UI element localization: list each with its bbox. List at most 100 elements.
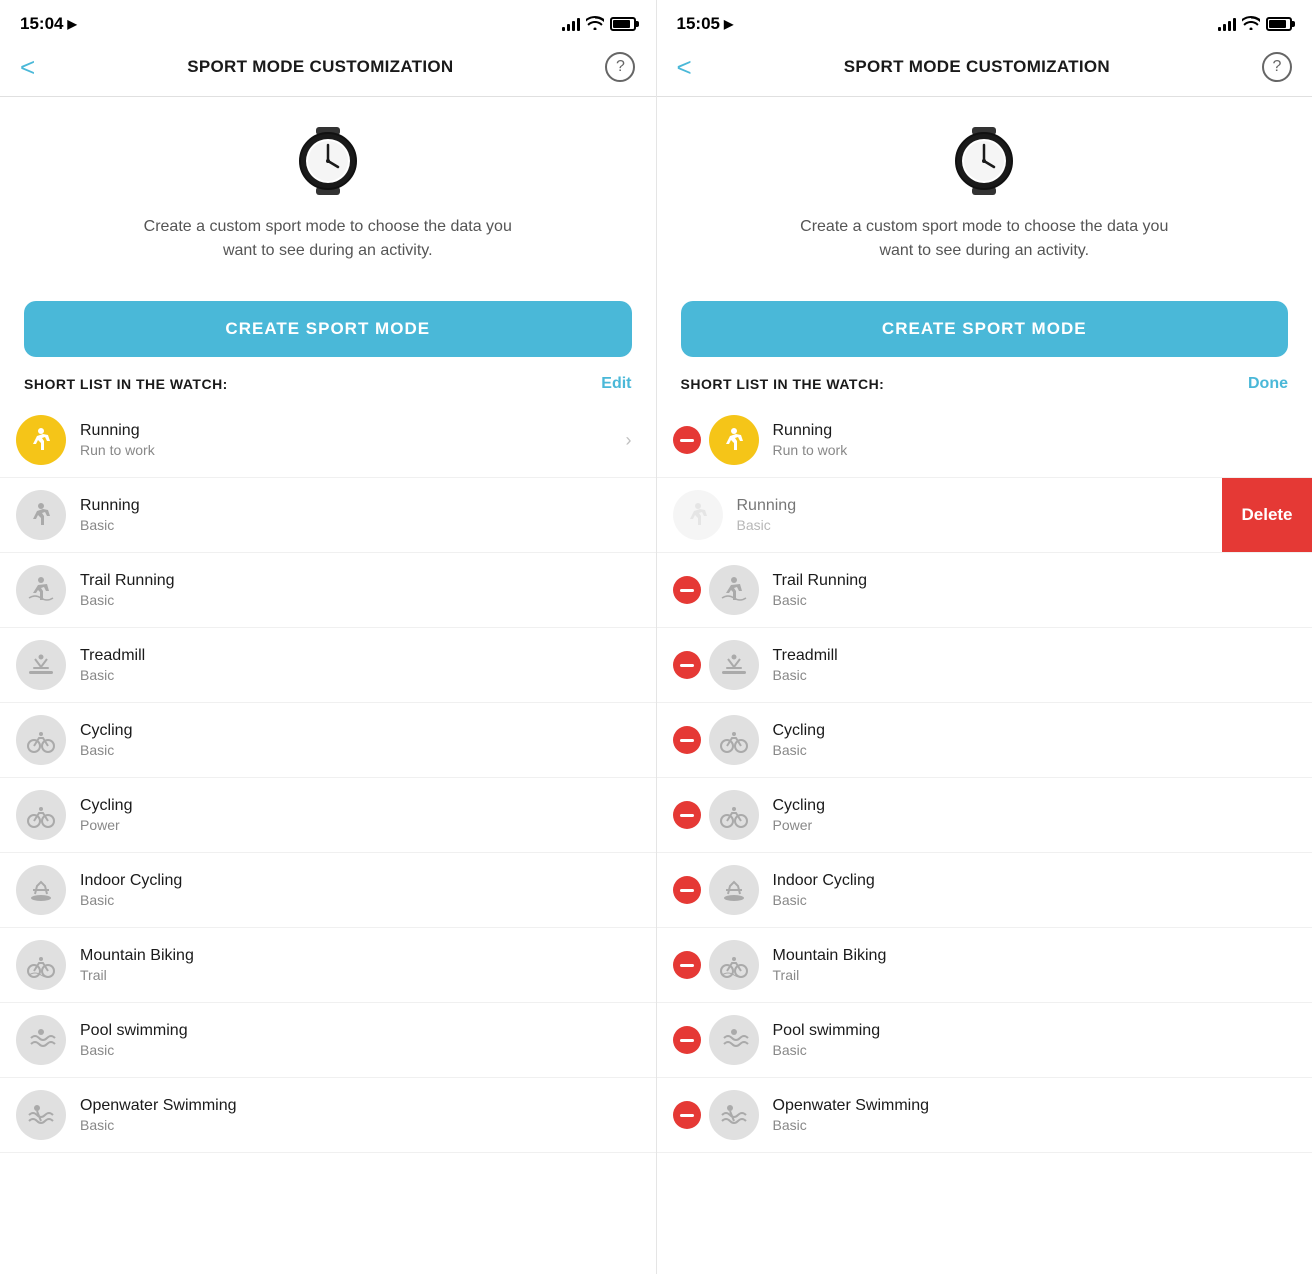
item-sub: Basic xyxy=(80,517,140,533)
nav-title-2: SPORT MODE CUSTOMIZATION xyxy=(844,57,1110,77)
back-button-1[interactable]: < xyxy=(20,54,35,80)
short-list-header-2: SHORT LIST IN THE WATCH: Done xyxy=(657,357,1312,403)
chevron-right-icon: › xyxy=(626,430,632,451)
sport-icon-cycling-basic-edit xyxy=(709,715,759,765)
item-sub: Basic xyxy=(737,517,797,533)
item-sub: Basic xyxy=(80,1117,237,1133)
item-name: Openwater Swimming xyxy=(80,1097,237,1115)
screen-2: 15:05 ▶ < SPORT MODE CU xyxy=(657,0,1312,1274)
list-item[interactable]: Cycling Basic xyxy=(657,703,1312,778)
item-name: Mountain Biking xyxy=(80,947,194,965)
delete-minus-button[interactable] xyxy=(673,951,701,979)
item-name: Indoor Cycling xyxy=(80,872,182,890)
item-name: Cycling xyxy=(773,722,825,740)
edit-button-1[interactable]: Edit xyxy=(601,375,631,393)
list-item[interactable]: Running Run to work xyxy=(657,403,1312,478)
delete-minus-button[interactable] xyxy=(673,426,701,454)
list-item[interactable]: Trail Running Basic xyxy=(657,553,1312,628)
sport-icon-running-custom-edit xyxy=(709,415,759,465)
list-item-swiped[interactable]: Running Basic Delete xyxy=(657,478,1312,553)
watch-section-2: Create a custom sport mode to choose the… xyxy=(657,97,1312,283)
item-sub: Trail xyxy=(773,967,887,983)
list-item[interactable]: Pool swimming Basic xyxy=(0,1003,656,1078)
create-sport-mode-button-1[interactable]: CREATE SPORT MODE xyxy=(24,301,632,357)
delete-minus-button[interactable] xyxy=(673,876,701,904)
sport-icon-openwater-swimming-edit xyxy=(709,1090,759,1140)
item-sub: Basic xyxy=(80,892,182,908)
list-item[interactable]: Treadmill Basic xyxy=(0,628,656,703)
list-item[interactable]: Indoor Cycling Basic xyxy=(0,853,656,928)
help-button-1[interactable]: ? xyxy=(605,52,635,82)
sport-icon-treadmill-edit xyxy=(709,640,759,690)
list-item[interactable]: Cycling Power xyxy=(0,778,656,853)
status-icons-1 xyxy=(562,16,636,33)
item-name: Openwater Swimming xyxy=(773,1097,930,1115)
help-button-2[interactable]: ? xyxy=(1262,52,1292,82)
delete-minus-button[interactable] xyxy=(673,726,701,754)
list-item[interactable]: Running Basic xyxy=(0,478,656,553)
sport-icon-openwater-swimming xyxy=(16,1090,66,1140)
list-item[interactable]: Openwater Swimming Basic xyxy=(0,1078,656,1153)
nav-bar-1: < SPORT MODE CUSTOMIZATION ? xyxy=(0,42,656,97)
status-bar-1: 15:04 ▶ xyxy=(0,0,656,42)
list-item[interactable]: Trail Running Basic xyxy=(0,553,656,628)
swipe-delete-button[interactable]: Delete xyxy=(1222,478,1312,552)
back-button-2[interactable]: < xyxy=(677,54,692,80)
list-item[interactable]: Openwater Swimming Basic xyxy=(657,1078,1312,1153)
item-name: Running xyxy=(80,497,140,515)
item-name: Pool swimming xyxy=(80,1022,188,1040)
delete-minus-button[interactable] xyxy=(673,651,701,679)
item-name: Cycling xyxy=(80,722,132,740)
list-item[interactable]: Mountain Biking Trail xyxy=(657,928,1312,1003)
item-name: Treadmill xyxy=(80,647,145,665)
list-container-1: Running Run to work › Running xyxy=(0,403,656,1274)
list-item[interactable]: Pool swimming Basic xyxy=(657,1003,1312,1078)
list-item[interactable]: Cycling Basic xyxy=(0,703,656,778)
delete-minus-button[interactable] xyxy=(673,801,701,829)
list-item[interactable]: Mountain Biking Trail xyxy=(0,928,656,1003)
sport-icon-mountain-biking-edit xyxy=(709,940,759,990)
item-sub: Basic xyxy=(80,592,175,608)
list-item[interactable]: Cycling Power xyxy=(657,778,1312,853)
sport-icon-pool-swimming xyxy=(16,1015,66,1065)
short-list-title-2: SHORT LIST IN THE WATCH: xyxy=(681,376,885,392)
short-list-header-1: SHORT LIST IN THE WATCH: Edit xyxy=(0,357,656,403)
item-sub: Basic xyxy=(773,1117,930,1133)
item-sub: Run to work xyxy=(773,442,848,458)
create-sport-mode-button-2[interactable]: CREATE SPORT MODE xyxy=(681,301,1289,357)
wifi-icon-1 xyxy=(586,16,604,33)
list-item[interactable]: Running Run to work › xyxy=(0,403,656,478)
item-sub: Basic xyxy=(80,742,132,758)
item-name: Cycling xyxy=(773,797,825,815)
item-name: Running xyxy=(80,422,155,440)
status-time-2: 15:05 ▶ xyxy=(677,14,734,34)
time-label-2: 15:05 xyxy=(677,14,720,34)
watch-section-1: Create a custom sport mode to choose the… xyxy=(0,97,656,283)
sport-icon-trail-running-edit xyxy=(709,565,759,615)
item-name: Treadmill xyxy=(773,647,838,665)
sport-icon-running-basic xyxy=(16,490,66,540)
location-icon-2: ▶ xyxy=(724,17,733,31)
list-container-2: Running Run to work Running xyxy=(657,403,1312,1274)
item-name: Running xyxy=(773,422,848,440)
time-label-1: 15:04 xyxy=(20,14,63,34)
watch-desc-1: Create a custom sport mode to choose the… xyxy=(138,215,518,263)
wifi-icon-2 xyxy=(1242,16,1260,33)
item-name: Trail Running xyxy=(773,572,868,590)
item-sub: Basic xyxy=(773,742,825,758)
item-sub: Basic xyxy=(773,892,875,908)
item-name: Cycling xyxy=(80,797,132,815)
item-sub: Run to work xyxy=(80,442,155,458)
signal-icon-1 xyxy=(562,17,580,31)
list-item[interactable]: Treadmill Basic xyxy=(657,628,1312,703)
done-button-2[interactable]: Done xyxy=(1248,375,1288,393)
sport-icon-running-basic-edit xyxy=(673,490,723,540)
sport-icon-cycling-power-edit xyxy=(709,790,759,840)
sport-icon-cycling-power xyxy=(16,790,66,840)
item-name: Running xyxy=(737,497,797,515)
delete-minus-button[interactable] xyxy=(673,1026,701,1054)
delete-minus-button[interactable] xyxy=(673,1101,701,1129)
delete-minus-button[interactable] xyxy=(673,576,701,604)
item-sub: Basic xyxy=(773,592,868,608)
list-item[interactable]: Indoor Cycling Basic xyxy=(657,853,1312,928)
